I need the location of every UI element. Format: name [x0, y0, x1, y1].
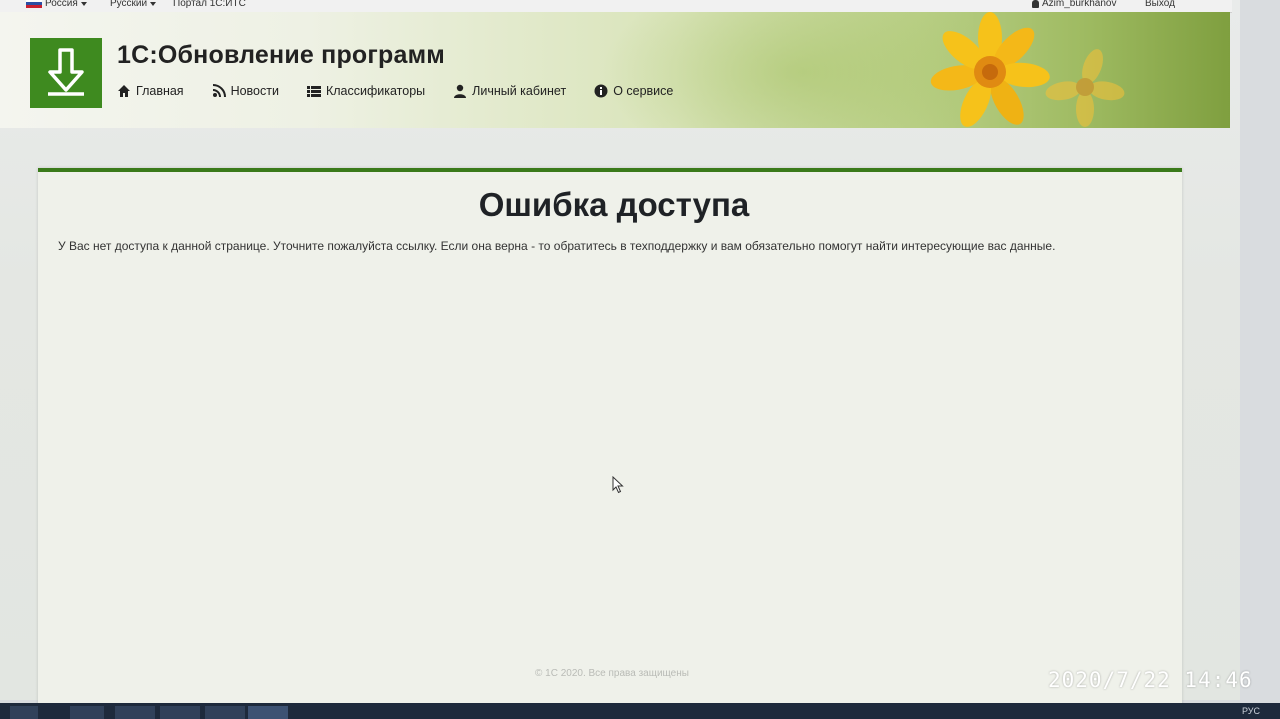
- portal-link[interactable]: Портал 1С:ИТС: [173, 0, 246, 9]
- language-label: Русский: [110, 0, 148, 9]
- page-title: Ошибка доступа: [478, 186, 750, 223]
- content-panel: Ошибка доступа У Вас нет доступа к данно…: [38, 168, 1182, 712]
- home-icon: [118, 85, 130, 97]
- chevron-down-icon: [80, 1, 87, 6]
- user-icon: [454, 84, 467, 98]
- taskbar-app[interactable]: [160, 706, 200, 719]
- taskbar-app[interactable]: [205, 706, 245, 719]
- footer-copyright: © 1С 2020. Все права защищены: [535, 668, 689, 679]
- rss-icon: [212, 84, 226, 98]
- tray-lang[interactable]: РУС: [1242, 706, 1260, 716]
- nav-label: Новости: [230, 84, 279, 98]
- system-tray: РУС: [1242, 706, 1260, 716]
- nav-item-news[interactable]: Новости: [212, 84, 279, 98]
- user-icon: [1032, 0, 1039, 8]
- nav-item-account[interactable]: Личный кабинет: [453, 84, 566, 98]
- info-icon: [594, 84, 608, 98]
- taskbar-app-active[interactable]: [248, 706, 288, 719]
- logout-link[interactable]: Выход: [1145, 0, 1175, 9]
- app-title[interactable]: 1С:Обновление программ: [117, 41, 445, 70]
- logout-label: Выход: [1145, 0, 1175, 9]
- main-nav: Главная Новости Классификаторы Личный ка…: [117, 84, 701, 98]
- nav-label: Личный кабинет: [472, 84, 567, 98]
- app-logo[interactable]: [30, 38, 102, 108]
- list-icon: [306, 86, 321, 97]
- region-selector[interactable]: Россия: [26, 0, 87, 9]
- start-button[interactable]: [10, 706, 38, 719]
- user-link[interactable]: Azim_burkhanov: [1032, 0, 1116, 9]
- nav-label: О сервисе: [613, 84, 674, 98]
- error-message: У Вас нет доступа к данной странице. Уто…: [58, 239, 1056, 253]
- photo-timestamp: 2020/7/22 14:46: [1048, 668, 1253, 692]
- nav-item-classifiers[interactable]: Классификаторы: [306, 84, 426, 98]
- region-label: Россия: [45, 0, 78, 9]
- taskbar-app[interactable]: [115, 706, 155, 719]
- russia-flag-icon: [26, 0, 42, 8]
- flower-image: [930, 12, 1125, 127]
- chevron-down-icon: [150, 1, 157, 6]
- mouse-cursor-icon: [612, 476, 624, 494]
- nav-item-home[interactable]: Главная: [117, 84, 184, 98]
- browser-viewport: Россия Русский Портал 1С:ИТС Azim_burkha…: [0, 0, 1240, 712]
- username: Azim_burkhanov: [1042, 0, 1117, 9]
- download-icon: [48, 48, 84, 96]
- nav-label: Классификаторы: [325, 84, 426, 98]
- language-selector[interactable]: Русский: [110, 0, 157, 9]
- windows-taskbar: РУС: [0, 703, 1280, 719]
- taskbar-app[interactable]: [70, 706, 104, 719]
- nav-label: Главная: [136, 84, 184, 98]
- header-banner: 1С:Обновление программ Главная Новости К…: [0, 12, 1230, 128]
- nav-item-about[interactable]: О сервисе: [594, 84, 673, 98]
